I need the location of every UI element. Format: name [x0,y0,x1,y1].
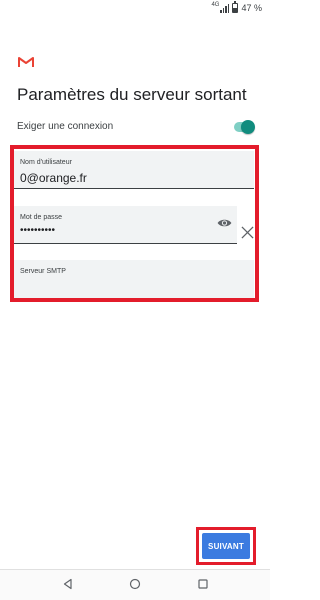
gmail-icon [18,57,34,67]
require-login-row[interactable]: Exiger une connexion [17,119,255,137]
recents-icon[interactable] [197,578,209,590]
status-indicators: 4G 47 % [211,1,262,13]
password-value: •••••••••• [20,225,56,236]
require-login-label: Exiger une connexion [17,121,114,132]
battery-percentage: 47 % [241,3,262,13]
username-field[interactable]: Nom d'utilisateur 0@orange.fr [14,151,254,189]
username-value: 0@orange.fr [20,171,87,185]
smtp-server-label: Serveur SMTP [20,268,66,275]
next-button[interactable]: SUIVANT [202,533,250,559]
page-title: Paramètres du serveur sortant [17,85,247,104]
navigation-bar [0,569,270,600]
toggle-knob [241,120,255,134]
require-login-toggle[interactable] [234,120,255,134]
password-underline [14,243,237,244]
password-field[interactable]: Mot de passe •••••••••• [14,206,237,244]
back-icon[interactable] [62,578,74,590]
username-underline [14,188,254,189]
password-label: Mot de passe [20,214,63,221]
smtp-server-field[interactable]: Serveur SMTP [14,260,254,298]
close-icon[interactable] [241,226,254,239]
home-icon[interactable] [129,578,141,590]
signal-icon [220,3,230,13]
username-label: Nom d'utilisateur [20,159,72,166]
network-type: 4G [211,2,220,8]
status-bar: 4G 47 % [0,0,270,18]
eye-icon[interactable] [217,218,232,228]
battery-icon [232,1,239,13]
